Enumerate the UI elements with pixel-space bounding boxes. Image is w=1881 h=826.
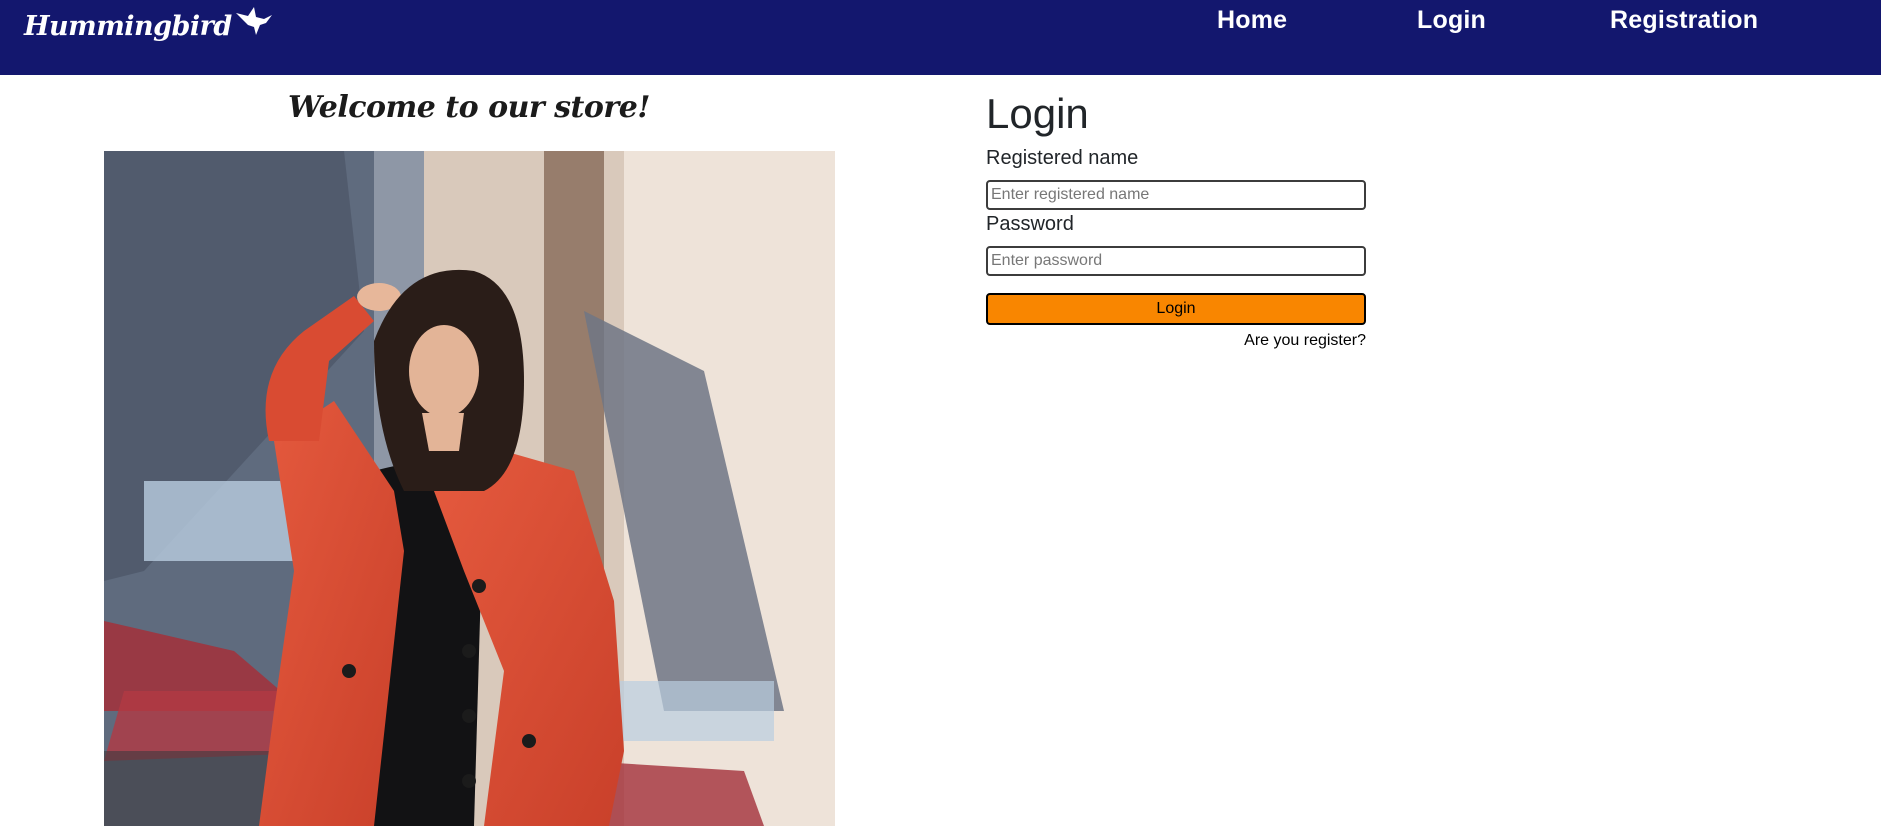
hummingbird-icon [234, 3, 274, 43]
brand-logo[interactable]: Hummingbird [24, 4, 274, 48]
login-title: Login [986, 90, 1089, 137]
brand-name: Hummingbird [24, 10, 232, 42]
hero-image [104, 151, 835, 826]
register-link[interactable]: Are you register? [986, 332, 1366, 350]
top-navbar: Hummingbird Home Login Registration [0, 0, 1881, 75]
password-input[interactable] [986, 246, 1366, 276]
welcome-heading: Welcome to our store! [288, 90, 650, 125]
registered-name-label: Registered name [986, 147, 1139, 169]
nav-registration-link[interactable]: Registration [1610, 6, 1758, 35]
login-submit-button[interactable]: Login [986, 293, 1366, 325]
registered-name-input[interactable] [986, 180, 1366, 210]
password-label: Password [986, 213, 1074, 235]
nav-home-link[interactable]: Home [1217, 6, 1287, 35]
nav-login-link[interactable]: Login [1417, 6, 1486, 35]
